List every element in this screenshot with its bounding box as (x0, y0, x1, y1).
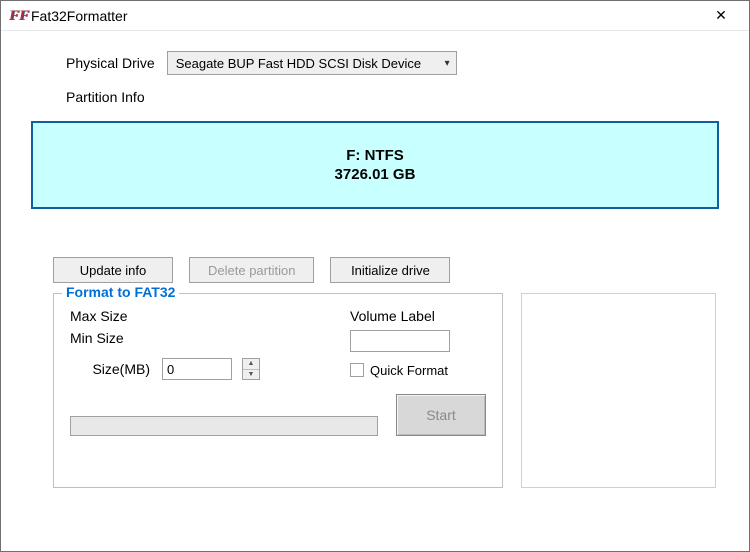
size-spinner: ▲ ▼ (162, 358, 260, 380)
quick-format-checkbox[interactable] (350, 363, 364, 377)
progress-bar (70, 416, 378, 436)
progress-start-row: Start (70, 394, 486, 436)
partition-box[interactable]: F: NTFS 3726.01 GB (31, 121, 719, 209)
physical-drive-dropdown[interactable]: Seagate BUP Fast HDD SCSI Disk Device ▾ (167, 51, 457, 75)
spinner-up-button[interactable]: ▲ (243, 359, 259, 369)
physical-drive-row: Physical Drive Seagate BUP Fast HDD SCSI… (31, 51, 719, 75)
initialize-drive-button[interactable]: Initialize drive (330, 257, 450, 283)
quick-format-label: Quick Format (370, 363, 448, 378)
format-legend: Format to FAT32 (62, 284, 179, 300)
physical-drive-label: Physical Drive (66, 55, 155, 71)
update-info-button[interactable]: Update info (53, 257, 173, 283)
min-size-label: Min Size (70, 330, 124, 346)
bottom-area: Format to FAT32 Max Size Volume Label Mi… (31, 293, 719, 488)
side-panel (521, 293, 716, 488)
partition-info-label: Partition Info (66, 89, 145, 105)
content-area: Physical Drive Seagate BUP Fast HDD SCSI… (1, 31, 749, 551)
minsize-volinput-row: Min Size (70, 330, 486, 352)
partition-info-row: Partition Info (31, 89, 719, 105)
chevron-down-icon: ▾ (445, 58, 450, 69)
spinner-buttons: ▲ ▼ (242, 358, 260, 380)
volume-label-input[interactable] (350, 330, 450, 352)
partition-size: 3726.01 GB (335, 166, 416, 183)
partition-drive-fs: F: NTFS (346, 147, 404, 164)
app-icon: FF (9, 8, 25, 24)
format-groupbox: Format to FAT32 Max Size Volume Label Mi… (53, 293, 503, 488)
size-mb-label: Size(MB) (70, 361, 150, 377)
window-title: Fat32Formatter (31, 8, 701, 24)
volume-label-label: Volume Label (350, 308, 435, 324)
delete-partition-button[interactable]: Delete partition (189, 257, 314, 283)
titlebar: FF Fat32Formatter ✕ (1, 1, 749, 31)
spinner-down-button[interactable]: ▼ (243, 369, 259, 379)
size-mb-input[interactable] (162, 358, 232, 380)
action-buttons-row: Update info Delete partition Initialize … (31, 257, 719, 283)
maxsize-vollabel-row: Max Size Volume Label (70, 308, 486, 324)
physical-drive-selected: Seagate BUP Fast HDD SCSI Disk Device (176, 56, 439, 71)
max-size-label: Max Size (70, 308, 128, 324)
app-window: FF Fat32Formatter ✕ Physical Drive Seaga… (0, 0, 750, 552)
size-quick-row: Size(MB) ▲ ▼ Quick Format (70, 358, 486, 380)
close-button[interactable]: ✕ (701, 2, 741, 30)
start-button[interactable]: Start (396, 394, 486, 436)
